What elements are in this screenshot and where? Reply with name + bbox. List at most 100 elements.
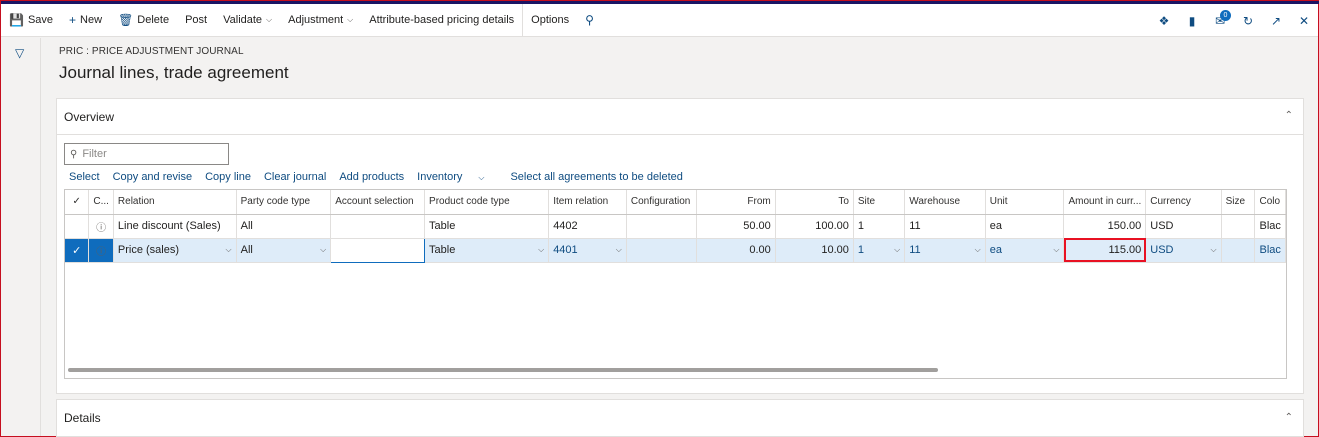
overview-section: Overview ⌃ ⚲ Filter Select Copy and revi… [56,98,1304,394]
grid-filter-input[interactable]: ⚲ Filter [64,143,229,165]
chevron-down-icon: ⌵ [1053,245,1060,254]
cell-color[interactable]: Blac [1254,214,1286,239]
cell-item-relation[interactable]: 4402 [548,214,627,239]
col-header-color[interactable]: Colo [1254,190,1286,215]
col-header-site[interactable]: Site [853,190,906,215]
info-icon[interactable]: ⓘ [88,214,114,239]
search-icon: ⚲ [585,13,594,27]
office-icon[interactable]: ▮ [1178,4,1206,37]
select-action[interactable]: Select [69,171,100,183]
attribute-pricing-button[interactable]: Attribute-based pricing details [361,4,522,37]
cell-to[interactable]: 100.00 [775,214,854,239]
new-button[interactable]: + New [61,4,110,37]
table-row[interactable]: ⓘ Line discount (Sales) All Table 4402 5… [65,214,1286,239]
details-section-header[interactable]: Details ⌃ [56,399,1304,437]
cell-unit[interactable]: ea [985,214,1065,239]
cell-configuration[interactable] [626,238,697,263]
cell-relation[interactable]: Line discount (Sales) [113,214,237,239]
cell-size[interactable] [1221,214,1256,239]
row-checkbox-checked[interactable]: ✓ [65,238,90,263]
options-tab[interactable]: Options [523,4,577,37]
col-header-account-selection[interactable]: Account selection [330,190,426,215]
cell-color[interactable]: Blac [1254,238,1286,263]
col-header-relation[interactable]: Relation [113,190,237,215]
attachments-icon[interactable]: ✉ 0 [1206,4,1234,37]
plus-icon: + [69,13,77,27]
post-button[interactable]: Post [177,4,215,37]
filter-placeholder: Filter [82,148,107,160]
col-header-from[interactable]: From [696,190,776,215]
table-row[interactable]: ✓ ⓘ Price (sales) ⌵ All ⌵ Table ⌵ 4401 ⌵ 0.0… [65,237,1286,263]
cell-party-code-type-dropdown[interactable]: All ⌵ [236,238,332,263]
row-checkbox[interactable] [65,214,90,239]
col-header-unit[interactable]: Unit [985,190,1065,215]
cell-item-relation-dropdown[interactable]: 4401 ⌵ [548,238,627,263]
vertical-scrollbar[interactable] [1308,38,1316,436]
col-header-warehouse[interactable]: Warehouse [904,190,986,215]
chevron-up-icon[interactable]: ⌃ [1285,412,1293,423]
trash-icon: 🗑 [118,13,134,27]
cell-product-code-type[interactable]: Table [424,214,550,239]
col-header-c[interactable]: C... [88,190,114,215]
refresh-icon[interactable]: ↻ [1234,4,1262,37]
clear-journal-action[interactable]: Clear journal [264,171,326,183]
cell-site[interactable]: 1 [853,214,906,239]
copy-and-revise-action[interactable]: Copy and revise [113,171,193,183]
add-products-action[interactable]: Add products [339,171,404,183]
cell-configuration[interactable] [626,214,697,239]
chevron-down-icon: ⌵ [266,15,273,24]
cell-amount[interactable]: 150.00 [1063,214,1147,239]
select-all-checkbox[interactable]: ✓ [65,190,90,215]
cell-relation-dropdown[interactable]: Price (sales) ⌵ [113,238,237,263]
search-button[interactable]: ⚲ [577,4,606,37]
cell-currency-dropdown[interactable]: USD ⌵ [1145,238,1222,263]
chevron-down-icon: ⌵ [225,245,232,254]
connect-icon[interactable]: ❖ [1150,4,1178,37]
col-header-currency[interactable]: Currency [1145,190,1222,215]
cell-site-dropdown[interactable]: 1 ⌵ [853,238,906,263]
col-header-item-relation[interactable]: Item relation [548,190,627,215]
chevron-up-icon[interactable]: ⌃ [1285,110,1293,121]
info-icon[interactable]: ⓘ [88,238,114,263]
save-icon: 💾 [9,13,24,27]
attachments-count-badge: 0 [1220,10,1231,21]
chevron-down-icon: ⌵ [347,15,354,24]
col-header-party-code-type[interactable]: Party code type [236,190,332,215]
chevron-down-icon: ⌵ [538,245,545,254]
adjustment-menu[interactable]: Adjustment ⌵ [280,4,361,37]
delete-button[interactable]: 🗑 Delete [110,4,177,37]
cell-to[interactable]: 10.00 [775,238,854,263]
cell-party-code-type[interactable]: All [236,214,332,239]
cell-warehouse[interactable]: 11 [904,214,986,239]
col-header-configuration[interactable]: Configuration [626,190,697,215]
cell-account-selection-input[interactable] [330,237,426,263]
cell-warehouse-dropdown[interactable]: 11 ⌵ [904,238,986,263]
col-header-product-code-type[interactable]: Product code type [424,190,550,215]
cell-product-code-type-dropdown[interactable]: Table ⌵ [424,238,550,263]
chevron-down-icon: ⌵ [615,245,622,254]
filter-funnel-icon[interactable]: ▽ [15,46,24,60]
col-header-amount[interactable]: Amount in curr... [1063,190,1147,215]
copy-line-action[interactable]: Copy line [205,171,251,183]
journal-lines-table: ✓ C... Relation Party code type Account … [65,190,1286,263]
cell-size[interactable] [1221,238,1256,263]
cell-amount-highlighted[interactable]: 115.00 [1063,238,1147,263]
cell-from[interactable]: 50.00 [696,214,776,239]
col-header-size[interactable]: Size [1221,190,1256,215]
overview-header[interactable]: Overview ⌃ [57,99,1303,135]
cell-from[interactable]: 0.00 [696,238,776,263]
col-header-to[interactable]: To [775,190,854,215]
toolbar-right-icons: ❖ ▮ ✉ 0 ↻ ↗ ✕ [1150,4,1318,37]
select-all-agreements-action[interactable]: Select all agreements to be deleted [510,171,682,183]
validate-menu[interactable]: Validate ⌵ [215,4,280,37]
save-button[interactable]: 💾 Save [1,4,61,37]
chevron-down-icon: ⌵ [974,245,981,254]
horizontal-scrollbar[interactable] [68,368,938,372]
inventory-menu[interactable]: Inventory ⌵ [417,171,497,183]
action-pane: 💾 Save + New 🗑 Delete Post Validate ⌵ Adjust… [1,3,1318,37]
cell-account-selection[interactable] [330,214,426,239]
cell-unit-dropdown[interactable]: ea ⌵ [985,238,1065,263]
cell-currency[interactable]: USD [1145,214,1222,239]
open-new-window-icon[interactable]: ↗ [1262,4,1290,37]
close-icon[interactable]: ✕ [1290,4,1318,37]
